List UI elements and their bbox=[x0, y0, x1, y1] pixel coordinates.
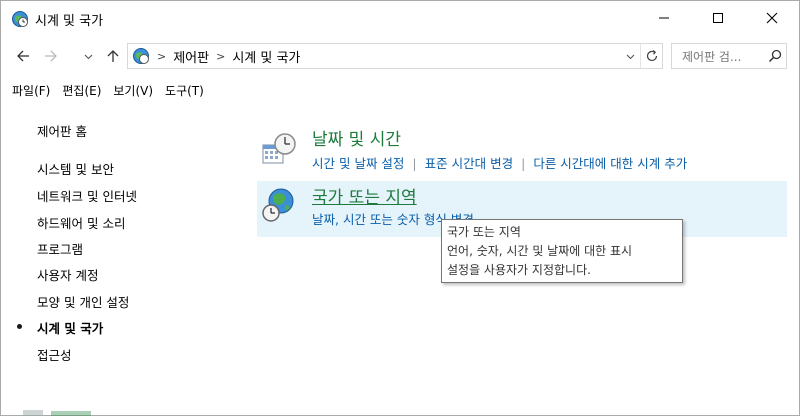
maximize-icon bbox=[713, 13, 723, 23]
menu-view[interactable]: 보기(V) bbox=[108, 80, 158, 101]
minimize-button[interactable] bbox=[637, 1, 691, 35]
link-set-time-date[interactable]: 시간 및 날짜 설정 bbox=[312, 156, 404, 171]
link-change-time-zone[interactable]: 표준 시간대 변경 bbox=[425, 156, 513, 171]
sidebar-item-clock-region: 시계 및 국가 bbox=[37, 321, 104, 336]
sidebar-item-appearance[interactable]: 모양 및 개인 설정 bbox=[37, 292, 129, 311]
address-dropdown-button[interactable] bbox=[622, 44, 638, 68]
link-separator: | bbox=[412, 156, 417, 171]
address-row: > 제어판 > 시계 및 국가 제어판 검... bbox=[1, 41, 799, 71]
chevron-down-icon bbox=[84, 54, 92, 59]
up-arrow-icon bbox=[107, 50, 119, 62]
breadcrumb-chevron-icon[interactable]: > bbox=[157, 50, 166, 63]
sidebar-item-user-accounts[interactable]: 사용자 계정 bbox=[37, 265, 98, 284]
address-bar[interactable]: > 제어판 > 시계 및 국가 bbox=[127, 43, 663, 69]
recent-locations-button[interactable] bbox=[81, 46, 95, 66]
refresh-button[interactable] bbox=[640, 44, 662, 68]
category-title-date-time[interactable]: 날짜 및 시간 bbox=[312, 125, 401, 150]
menu-bar: 파일(F) 편집(E) 보기(V) 도구(T) bbox=[1, 79, 799, 101]
category-title-region[interactable]: 국가 또는 지역 bbox=[312, 183, 417, 208]
control-panel-icon bbox=[133, 48, 149, 64]
breadcrumb-clock-region[interactable]: 시계 및 국가 bbox=[232, 47, 300, 66]
background-window-fragment bbox=[21, 406, 121, 416]
sidebar-item-hardware-sound[interactable]: 하드웨어 및 소리 bbox=[37, 213, 125, 232]
left-navigation: 제어판 홈 시스템 및 보안 네트워크 및 인터넷 하드웨어 및 소리 프로그램… bbox=[1, 113, 231, 413]
clock-calendar-icon[interactable] bbox=[261, 131, 297, 167]
back-arrow-icon bbox=[17, 50, 29, 62]
link-separator: | bbox=[521, 156, 526, 171]
refresh-icon bbox=[646, 50, 657, 62]
globe-clock-icon[interactable] bbox=[261, 187, 297, 223]
forward-arrow-icon bbox=[45, 50, 57, 62]
menu-file[interactable]: 파일(F) bbox=[7, 80, 55, 101]
back-button[interactable] bbox=[13, 46, 33, 66]
forward-button[interactable] bbox=[41, 46, 61, 66]
search-icon[interactable] bbox=[764, 49, 786, 63]
window-title: 시계 및 국가 bbox=[35, 13, 104, 29]
title-bar: 시계 및 국가 bbox=[1, 1, 799, 37]
control-panel-window: 시계 및 국가 > 제어판 > 시계 및 국가 제어판 검... 파일(F) 편… bbox=[0, 0, 800, 416]
search-box[interactable]: 제어판 검... bbox=[671, 43, 787, 69]
search-input[interactable]: 제어판 검... bbox=[682, 48, 764, 65]
minimize-icon bbox=[659, 17, 669, 19]
category-date-time: 날짜 및 시간 시간 및 날짜 설정 | 표준 시간대 변경 | 다른 시간대에 대한 … bbox=[257, 125, 787, 175]
sidebar-item-system-security[interactable]: 시스템 및 보안 bbox=[37, 159, 114, 178]
control-panel-clock-icon bbox=[12, 11, 28, 27]
up-button[interactable] bbox=[103, 46, 123, 66]
tooltip-title: 국가 또는 지역 bbox=[447, 225, 521, 239]
breadcrumb-control-panel[interactable]: 제어판 bbox=[173, 47, 209, 66]
sidebar-item-network-internet[interactable]: 네트워크 및 인터넷 bbox=[37, 186, 137, 205]
maximize-button[interactable] bbox=[691, 1, 745, 35]
sidebar-item-programs[interactable]: 프로그램 bbox=[37, 239, 83, 258]
tooltip-line: 언어, 숫자, 시간 및 날짜에 대한 표시 bbox=[447, 244, 633, 258]
tooltip: 국가 또는 지역 언어, 숫자, 시간 및 날짜에 대한 표시 설정을 사용자가… bbox=[441, 219, 683, 283]
current-item-bullet bbox=[17, 324, 22, 329]
category-links-date-time: 시간 및 날짜 설정 | 표준 시간대 변경 | 다른 시간대에 대한 시계 추가 bbox=[312, 153, 687, 172]
chevron-down-icon bbox=[626, 54, 634, 59]
breadcrumb-chevron-icon[interactable]: > bbox=[216, 50, 225, 63]
close-icon bbox=[766, 12, 778, 24]
control-panel-home-link[interactable]: 제어판 홈 bbox=[37, 121, 87, 140]
tooltip-line: 설정을 사용자가 지정합니다. bbox=[447, 263, 591, 277]
link-add-clocks[interactable]: 다른 시간대에 대한 시계 추가 bbox=[533, 156, 687, 171]
menu-tools[interactable]: 도구(T) bbox=[160, 80, 209, 101]
close-button[interactable] bbox=[745, 1, 799, 35]
sidebar-item-accessibility[interactable]: 접근성 bbox=[37, 345, 72, 364]
menu-edit[interactable]: 편집(E) bbox=[57, 80, 106, 101]
